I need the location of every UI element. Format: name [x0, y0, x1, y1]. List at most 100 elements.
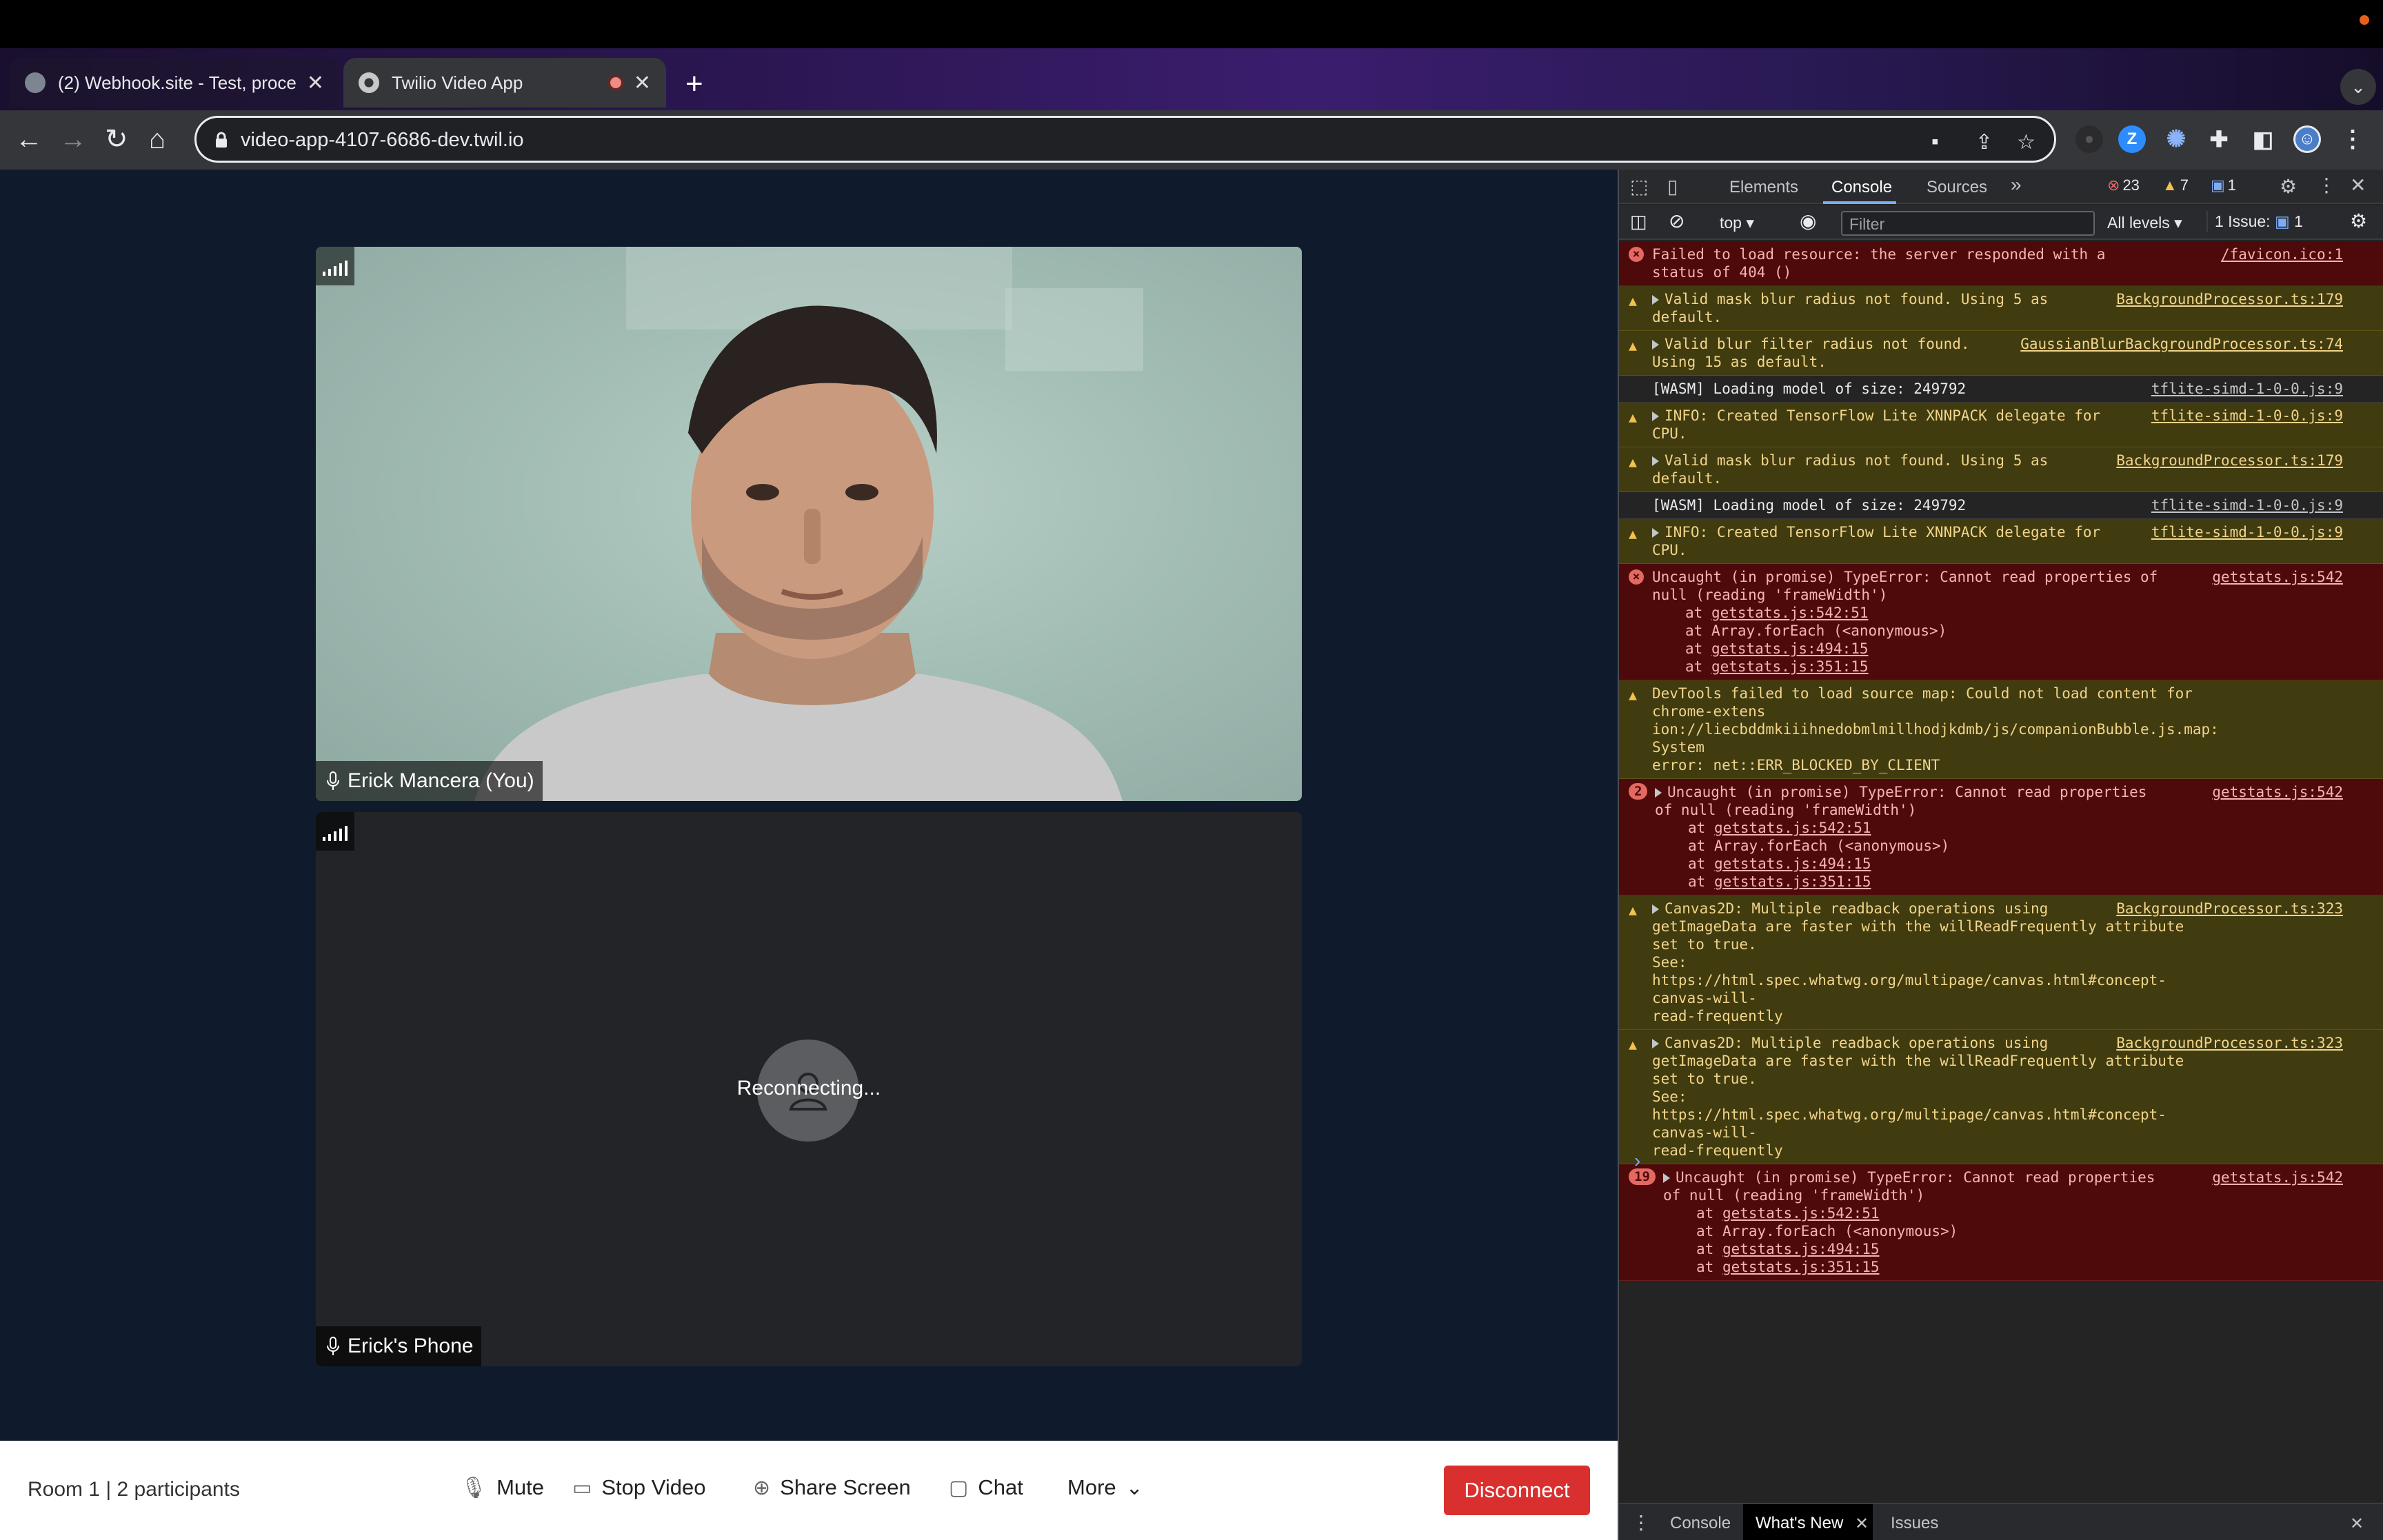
error-count-badge[interactable]: ⊗ 23 [2107, 176, 2140, 194]
close-drawer-icon[interactable]: ✕ [2350, 1514, 2364, 1534]
expand-triangle-icon[interactable] [1652, 412, 1659, 421]
drawer-tab-whats-new[interactable]: What's New [1756, 1514, 1843, 1533]
tab-webhook[interactable]: (2) Webhook.site - Test, proce ✕ [10, 58, 339, 108]
expand-triangle-icon[interactable] [1655, 788, 1662, 798]
expand-triangle-icon[interactable] [1652, 295, 1659, 305]
console-message-warn[interactable]: ▲ INFO: Created TensorFlow Lite XNNPACK d… [1619, 519, 2383, 564]
stack-frame[interactable]: at getstats.js:494:15 [1663, 1240, 2373, 1258]
drawer-tab-issues[interactable]: Issues [1891, 1514, 1938, 1533]
more-button[interactable]: More ⌄ [1067, 1475, 1143, 1500]
chat-button[interactable]: ▢ Chat [949, 1475, 1023, 1500]
puzzle-icon[interactable]: ✚ [2205, 125, 2233, 153]
participant-tile-phone[interactable]: Reconnecting... Erick's Phone [316, 812, 1302, 1366]
filter-input[interactable]: Filter [1841, 211, 2095, 236]
message-source-link[interactable]: BackgroundProcessor.ts:323 [2116, 900, 2343, 918]
message-source-link[interactable]: getstats.js:542 [2212, 568, 2343, 586]
drawer-menu-icon[interactable]: ⋮ [1631, 1511, 1651, 1534]
log-levels-dropdown[interactable]: All levels ▾ [2107, 214, 2182, 232]
console-message-error[interactable]: 19 Uncaught (in promise) TypeError: Canno… [1619, 1164, 2383, 1281]
console-message-warn[interactable]: ▲ INFO: Created TensorFlow Lite XNNPACK d… [1619, 403, 2383, 447]
info-count-badge[interactable]: ▣ 1 [2211, 176, 2236, 194]
message-source-link[interactable]: BackgroundProcessor.ts:179 [2116, 290, 2343, 308]
tab-sources[interactable]: Sources [1927, 178, 1987, 197]
close-drawer-tab-icon[interactable]: ✕ [1855, 1514, 1869, 1534]
back-icon[interactable]: ← [15, 124, 43, 154]
expand-triangle-icon[interactable] [1652, 528, 1659, 538]
message-source-link[interactable]: tflite-simd-1-0-0.js:9 [2151, 523, 2343, 541]
drawer-tab-console[interactable]: Console [1670, 1514, 1731, 1533]
console-message-warn[interactable]: ▲ Valid mask blur radius not found. Using… [1619, 286, 2383, 331]
devtools-menu-icon[interactable]: ⋮ [2317, 174, 2336, 196]
message-source-link[interactable]: tflite-simd-1-0-0.js:9 [2151, 496, 2343, 514]
tab-search-button[interactable]: ⌄ [2340, 69, 2376, 105]
context-selector[interactable]: top ▾ [1720, 214, 1754, 232]
share-screen-button[interactable]: ⊕ Share Screen [753, 1475, 911, 1500]
mute-button[interactable]: 🎙 Mute [461, 1475, 544, 1500]
tab-elements[interactable]: Elements [1729, 178, 1798, 197]
live-expression-eye-icon[interactable]: ◉ [1800, 210, 1816, 232]
stack-frame[interactable]: at getstats.js:351:15 [1663, 1258, 2373, 1276]
expand-triangle-icon[interactable] [1652, 904, 1659, 914]
message-source-link[interactable]: GaussianBlurBackgroundProcessor.ts:74 [2020, 335, 2343, 353]
stop-video-button[interactable]: ▭ Stop Video [572, 1475, 705, 1500]
stack-frame[interactable]: at getstats.js:351:15 [1655, 873, 2373, 891]
message-source-link[interactable]: BackgroundProcessor.ts:179 [2116, 452, 2343, 469]
share-icon[interactable]: ⇪ [1975, 130, 1993, 154]
stack-frame[interactable]: at getstats.js:351:15 [1652, 658, 2373, 676]
address-bar[interactable]: video-app-4107-6686-dev.twil.io ▪ ⇪ ☆ [194, 116, 2056, 163]
gear-extension-icon[interactable]: ✺ [2162, 125, 2190, 153]
console-message-error[interactable]: × Failed to load resource: the server res… [1619, 241, 2383, 286]
extension-dark-icon[interactable]: ● [2075, 125, 2103, 153]
expand-triangle-icon[interactable] [1652, 340, 1659, 349]
bookmark-star-icon[interactable]: ☆ [2017, 130, 2035, 154]
sidebar-toggle-icon[interactable]: ◫ [1630, 211, 1647, 232]
profile-avatar[interactable]: ☺ [2293, 125, 2321, 153]
stack-frame[interactable]: at getstats.js:542:51 [1655, 819, 2373, 837]
zoom-extension-icon[interactable]: Z [2118, 125, 2146, 153]
message-source-link[interactable]: tflite-simd-1-0-0.js:9 [2151, 407, 2343, 425]
issues-button[interactable]: 1 Issue: ▣ 1 [2206, 211, 2310, 232]
message-source-link[interactable]: getstats.js:542 [2212, 1168, 2343, 1186]
message-source-link[interactable]: getstats.js:542 [2212, 783, 2343, 801]
console-message-error[interactable]: 2 Uncaught (in promise) TypeError: Cannot… [1619, 779, 2383, 895]
new-tab-button[interactable]: + [685, 69, 703, 99]
expand-triangle-icon[interactable] [1652, 1039, 1659, 1048]
device-toolbar-icon[interactable]: ▯ [1667, 175, 1678, 198]
clear-console-icon[interactable]: ⊘ [1669, 210, 1685, 232]
disconnect-button[interactable]: Disconnect [1444, 1466, 1590, 1515]
reload-icon[interactable]: ↻ [105, 124, 128, 154]
tab-console[interactable]: Console [1831, 178, 1892, 197]
stack-frame[interactable]: at getstats.js:494:15 [1655, 855, 2373, 873]
participant-tile-you[interactable]: Erick Mancera (You) [316, 247, 1302, 801]
expand-triangle-icon[interactable] [1652, 456, 1659, 466]
console-message-warn[interactable]: ▲ Valid blur filter radius not found. Usi… [1619, 331, 2383, 376]
tab-twilio-video[interactable]: Twilio Video App ✕ [343, 58, 666, 108]
console-message-error[interactable]: × Uncaught (in promise) TypeError: Cannot… [1619, 564, 2383, 680]
close-tab-icon[interactable]: ✕ [307, 71, 324, 95]
console-message-warn[interactable]: ▲ Canvas2D: Multiple readback operations … [1619, 895, 2383, 1030]
settings-gear-icon[interactable]: ⚙ [2280, 175, 2297, 198]
console-settings-icon[interactable]: ⚙ [2350, 210, 2367, 232]
forward-icon[interactable]: → [59, 124, 87, 154]
sidebar-icon[interactable]: ◧ [2249, 125, 2277, 153]
inspect-element-icon[interactable]: ⬚ [1630, 175, 1648, 198]
message-source-link[interactable]: tflite-simd-1-0-0.js:9 [2151, 380, 2343, 398]
message-source-link[interactable]: /favicon.ico:1 [2221, 245, 2343, 263]
stack-frame[interactable]: at getstats.js:494:15 [1652, 640, 2373, 658]
console-message-info[interactable]: [WASM] Loading model of size: 249792 tfli… [1619, 492, 2383, 519]
close-devtools-icon[interactable]: ✕ [2350, 174, 2366, 196]
camera-icon[interactable]: ▪ [1931, 130, 1939, 154]
expand-triangle-icon[interactable] [1663, 1173, 1670, 1183]
home-icon[interactable]: ⌂ [149, 124, 165, 154]
stack-frame[interactable]: at getstats.js:542:51 [1652, 604, 2373, 622]
message-source-link[interactable]: BackgroundProcessor.ts:323 [2116, 1034, 2343, 1052]
console-prompt[interactable]: › [1634, 1150, 1640, 1172]
kebab-menu-icon[interactable]: ⋮ [2339, 125, 2366, 153]
console-message-info[interactable]: [WASM] Loading model of size: 249792 tfli… [1619, 376, 2383, 403]
warning-count-badge[interactable]: ▲ 7 [2162, 176, 2189, 194]
close-tab-icon[interactable]: ✕ [634, 71, 651, 95]
console-message-warn[interactable]: ▲ Canvas2D: Multiple readback operations … [1619, 1030, 2383, 1164]
console-message-warn[interactable]: ▲ DevTools failed to load source map: Cou… [1619, 680, 2383, 779]
stack-frame[interactable]: at getstats.js:542:51 [1663, 1204, 2373, 1222]
console-message-warn[interactable]: ▲ Valid mask blur radius not found. Using… [1619, 447, 2383, 492]
